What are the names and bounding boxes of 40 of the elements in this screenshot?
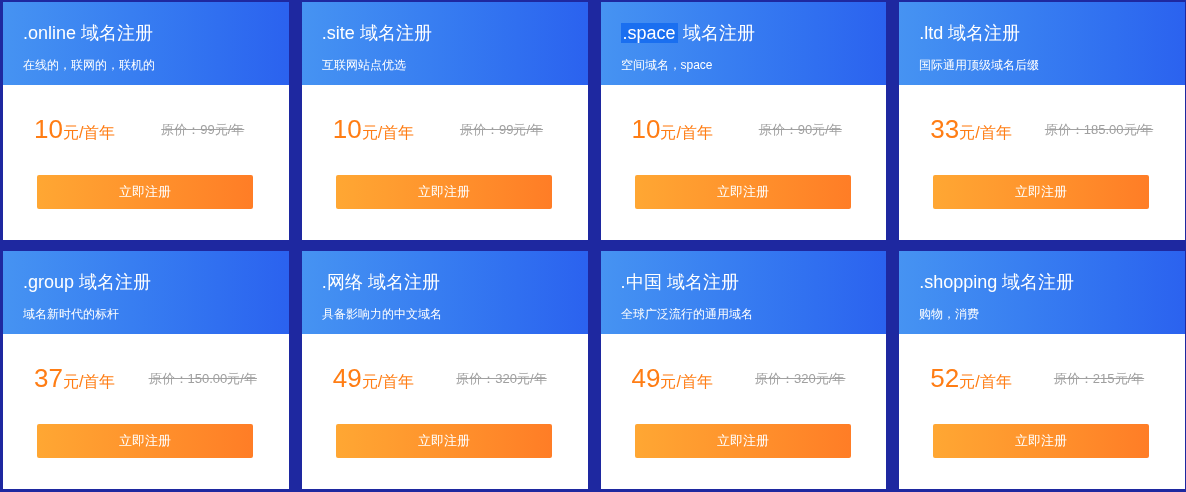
original-price: 原价：320元/年 <box>754 370 847 388</box>
original-price: 原价：99元/年 <box>160 121 246 139</box>
register-button[interactable]: 立即注册 <box>37 424 253 458</box>
price: 33元/首年 <box>930 113 1012 146</box>
card-tagline: 空间域名，space <box>620 57 713 73</box>
original-price: 原价：99元/年 <box>458 121 545 139</box>
card-title: .中国 域名注册 <box>620 271 739 294</box>
card-tagline: 国际通用顶级域名后缀 <box>919 57 1040 73</box>
card-title: .space 域名注册 <box>620 22 755 45</box>
register-button[interactable]: 立即注册 <box>634 424 851 458</box>
original-price: 原价：185.00元/年 <box>1043 121 1155 139</box>
original-price: 原价：90元/年 <box>757 121 843 139</box>
register-button[interactable]: 立即注册 <box>37 175 253 209</box>
register-button[interactable]: 立即注册 <box>335 424 552 458</box>
original-price: 原价：320元/年 <box>455 370 548 388</box>
price: 10元/首年 <box>631 113 713 146</box>
price: 10元/首年 <box>34 113 116 146</box>
card-title: .online 域名注册 <box>23 22 154 45</box>
price: 52元/首年 <box>930 362 1012 395</box>
register-button[interactable]: 立即注册 <box>634 175 851 209</box>
card-tagline: 互联网站点优选 <box>321 57 406 73</box>
price: 37元/首年 <box>34 362 116 395</box>
card-tagline: 具备影响力的中文域名 <box>321 306 442 322</box>
price: 49元/首年 <box>332 362 415 395</box>
price: 49元/首年 <box>631 362 713 395</box>
original-price: 原价：215元/年 <box>1052 370 1146 388</box>
card-title: .ltd 域名注册 <box>919 22 1021 45</box>
card-tagline: 在线的，联网的，联机的 <box>23 57 155 73</box>
card-title: .网络 域名注册 <box>321 271 440 294</box>
register-button[interactable]: 立即注册 <box>335 175 552 209</box>
card-tagline: 域名新时代的标杆 <box>23 306 119 322</box>
price: 10元/首年 <box>332 113 415 146</box>
card-tagline: 购物，消费 <box>919 306 980 322</box>
card-title: .shopping 域名注册 <box>919 271 1075 294</box>
original-price: 原价：150.00元/年 <box>147 370 258 388</box>
register-button[interactable]: 立即注册 <box>933 424 1150 458</box>
card-tagline: 全球广泛流行的通用域名 <box>620 306 753 322</box>
register-button[interactable]: 立即注册 <box>933 175 1150 209</box>
card-title: .site 域名注册 <box>321 22 432 45</box>
card-title: .group 域名注册 <box>23 271 152 294</box>
